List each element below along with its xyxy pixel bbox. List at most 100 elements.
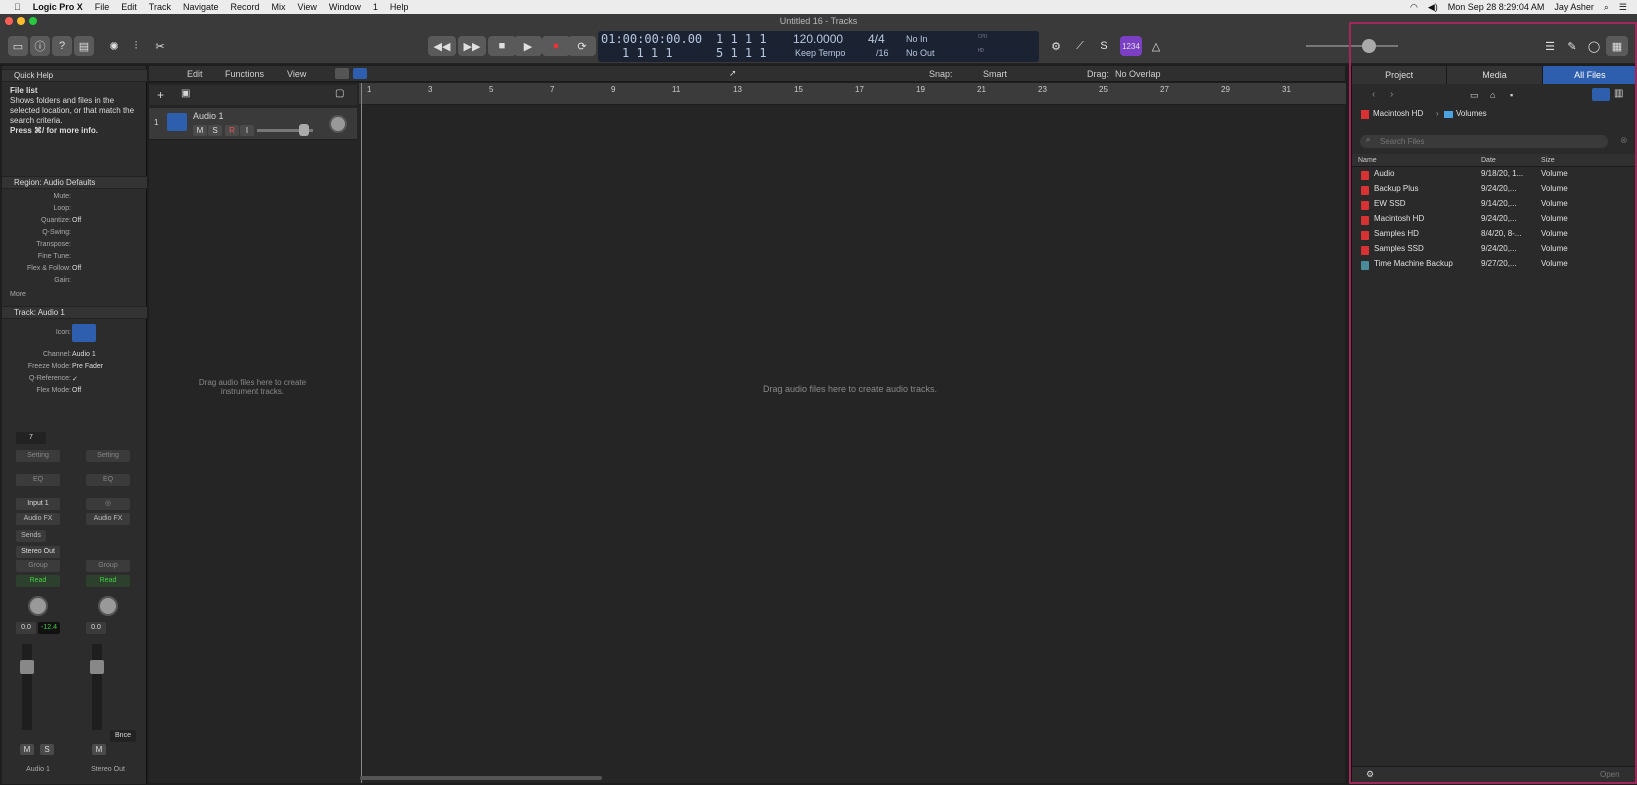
strip1-mute[interactable]: M (20, 744, 34, 755)
track-qref[interactable]: Q-Reference: ✓ (2, 375, 147, 386)
menu-edit[interactable]: Edit (121, 2, 137, 12)
track-record[interactable]: R (225, 125, 239, 136)
zoom-icon[interactable] (29, 17, 37, 25)
menu-help[interactable]: Help (390, 2, 409, 12)
solo-icon[interactable]: S (1094, 36, 1114, 56)
functions-menu[interactable]: Functions (225, 69, 264, 79)
edit-menu[interactable]: Edit (187, 69, 203, 79)
stop-button[interactable]: ■ (488, 36, 516, 56)
cycle-button[interactable]: ⟳ (568, 36, 596, 56)
minimize-icon[interactable] (17, 17, 25, 25)
strip1-solo[interactable]: S (40, 744, 54, 755)
gear-icon[interactable]: ⚙ (1366, 769, 1374, 780)
file-row[interactable]: Samples SSD 9/24/20,... Volume (1358, 244, 1633, 259)
drag-value[interactable]: No Overlap (1115, 69, 1161, 79)
tab-project[interactable]: Project (1352, 66, 1448, 84)
input-num[interactable]: 7 (16, 432, 46, 444)
snap-value[interactable]: Smart (983, 69, 1007, 79)
track-header[interactable]: Track: Audio 1 (2, 306, 147, 319)
app-menu[interactable]: Logic Pro X (33, 2, 83, 12)
browser-icon[interactable]: ▦ (1606, 36, 1628, 56)
track-row[interactable]: 1 Audio 1 M S R I (149, 108, 357, 140)
track-input-monitor[interactable]: I (240, 125, 254, 136)
computer-icon[interactable]: ▭ (1470, 90, 1479, 101)
pointer-tool-icon[interactable]: ➚ (729, 68, 737, 79)
toolbar-icon[interactable]: ▤ (74, 36, 94, 56)
menu-track[interactable]: Track (149, 2, 171, 12)
strip1-fader[interactable] (20, 660, 34, 674)
track-options-icon[interactable]: ▢ (335, 88, 344, 99)
list-view-icon[interactable] (353, 68, 367, 79)
strip2-audio-fx[interactable]: Audio FX (86, 513, 130, 525)
view-menu[interactable]: View (287, 69, 306, 79)
wifi-icon[interactable]: ◠ (1410, 2, 1418, 13)
strip2-fader[interactable] (90, 660, 104, 674)
waveform-icon[interactable] (167, 113, 187, 131)
master-volume-knob[interactable] (1362, 39, 1376, 53)
strip2-setting[interactable]: Setting (86, 450, 130, 462)
quick-help-icon[interactable]: ? (52, 36, 72, 56)
file-row[interactable]: EW SSD 9/14/20,... Volume (1358, 199, 1633, 214)
col-date[interactable]: Date (1481, 157, 1496, 164)
region-flex-follow[interactable]: Flex & Follow: Off (2, 265, 147, 276)
quick-help-header[interactable]: Quick Help (2, 69, 147, 82)
strip2-fader-track[interactable] (92, 644, 102, 730)
link-icon[interactable]: ◎ (86, 498, 130, 510)
add-track-icon[interactable]: + (157, 88, 164, 102)
region-quantize[interactable]: Quantize: Off (2, 217, 147, 228)
tab-media[interactable]: Media (1447, 66, 1543, 84)
file-row[interactable]: Backup Plus 9/24/20,... Volume (1358, 184, 1633, 199)
col-name[interactable]: Name (1358, 157, 1377, 164)
horizontal-scrollbar[interactable] (360, 776, 602, 780)
menu-file[interactable]: File (95, 2, 110, 12)
apple-icon[interactable]:  (14, 2, 21, 12)
strip1-volume[interactable]: 0.0 (16, 622, 36, 634)
project-folder-icon[interactable]: ▪ (1510, 90, 1513, 100)
waveform-icon[interactable] (72, 324, 96, 342)
back-icon[interactable]: ‹ (1372, 89, 1375, 100)
pencil-icon[interactable]: ⟋ (1070, 36, 1090, 56)
menu-window[interactable]: Window (329, 2, 361, 12)
count-in-button[interactable]: 1234 (1120, 36, 1142, 56)
menu-1[interactable]: 1 (373, 2, 378, 12)
track-mute[interactable]: M (193, 125, 207, 136)
region-transpose[interactable]: Transpose: (2, 241, 147, 252)
control-center-icon[interactable]: ☰ (1619, 2, 1627, 13)
strip2-volume[interactable]: 0.0 (86, 622, 106, 634)
strip1-automation[interactable]: Read (16, 575, 60, 587)
user-name[interactable]: Jay Asher (1554, 2, 1594, 12)
loop-browser-icon[interactable]: ◯ (1584, 36, 1604, 56)
file-row[interactable]: Audio 9/18/20, 1... Volume (1358, 169, 1633, 184)
list-editors-icon[interactable]: ☰ (1540, 36, 1560, 56)
strip1-input[interactable]: Input 1 (16, 498, 60, 510)
inspector-icon[interactable]: ⓘ (30, 36, 50, 56)
region-qswing[interactable]: Q-Swing: (2, 229, 147, 240)
strip1-group[interactable]: Group (16, 560, 60, 572)
track-volume-handle[interactable] (299, 124, 309, 136)
search-input[interactable] (1360, 135, 1608, 148)
tracks-area[interactable] (149, 83, 1345, 783)
file-row[interactable]: Time Machine Backup 9/27/20,... Volume (1358, 259, 1633, 274)
forward-icon[interactable]: › (1390, 89, 1393, 100)
home-icon[interactable]: ⌂ (1490, 90, 1495, 100)
play-button[interactable]: ▶ (514, 36, 542, 56)
grid-icon[interactable] (335, 68, 349, 79)
strip1-audio-fx[interactable]: Audio FX (16, 513, 60, 525)
strip1-fader-track[interactable] (22, 644, 32, 730)
tuner-icon[interactable]: ⚙ (1046, 36, 1066, 56)
strip2-group[interactable]: Group (86, 560, 130, 572)
region-loop[interactable]: Loop: (2, 205, 147, 216)
region-gain[interactable]: Gain: (2, 277, 147, 288)
strip1-output[interactable]: Stereo Out (16, 546, 60, 558)
region-header[interactable]: Region: Audio Defaults (2, 176, 147, 189)
column-view-icon[interactable]: ▥ (1614, 88, 1623, 99)
strip2-pan-knob[interactable] (98, 596, 118, 616)
track-channel[interactable]: Channel: Audio 1 (2, 351, 147, 362)
track-flexmode[interactable]: Flex Mode: Off (2, 387, 147, 398)
region-finetune[interactable]: Fine Tune: (2, 253, 147, 264)
strip1-pan-knob[interactable] (28, 596, 48, 616)
track-solo[interactable]: S (208, 125, 222, 136)
ruler[interactable]: 1 3 5 7 9 11 13 15 17 19 21 23 25 27 29 … (359, 83, 1346, 105)
library-icon[interactable]: ▭ (8, 36, 28, 56)
clear-search-icon[interactable]: ⊗ (1620, 135, 1628, 146)
